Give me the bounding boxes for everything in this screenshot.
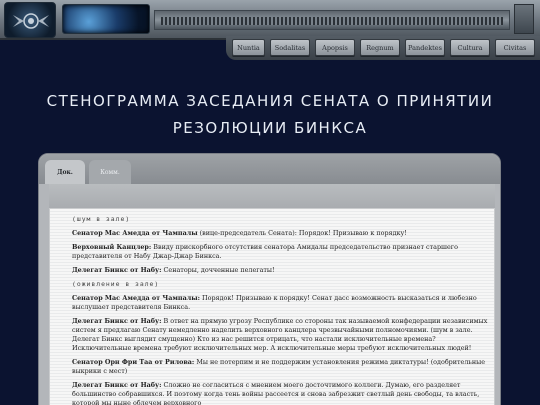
transcript-speech: Верховный Канцлер: Ввиду прискорбного от… [72,243,488,261]
speaker-name: Верховный Канцлер: [72,243,152,251]
republic-emblem-logo[interactable] [4,2,56,38]
speaker-name: Сенатор Мас Амедда от Чампалы [72,229,198,237]
transcript-note: (оживление в зале) [72,280,160,288]
transcript-speech: Сенатор Мас Амедда от Чампалы (вице-пред… [72,229,488,238]
nav-item-nuntia[interactable]: Nuntia [232,39,265,56]
nav-item-sodalitas[interactable]: Sodalitas [270,39,310,56]
nav-item-civitas[interactable]: Civitas [495,39,535,56]
main-nav: Nuntia Sodalitas Apopsis Regnum Pandekte… [232,39,535,56]
transcript-note: (шум в зале) [72,215,131,223]
nav-item-pandektes[interactable]: Pandektes [405,39,445,56]
tab-strip: Док. Комм. [39,154,500,184]
nav-item-apopsis[interactable]: Apopsis [315,39,355,56]
panel-shade [49,184,495,208]
tab-comments[interactable]: Комм. [89,160,131,184]
speaker-name: Делегат Бинкс от Набу: [72,266,162,274]
header-viewscreen [62,4,150,34]
transcript-speech: Делегат Бинкс от Набу: Сложно не согласи… [72,381,488,405]
page-title: Стенограмма заседания Сената о принятии … [40,88,500,142]
header-bar [0,0,540,40]
page-title-line1: Стенограмма заседания Сената о принятии [46,92,494,110]
transcript-document: (шум в зале) Сенатор Мас Амедда от Чампал… [49,208,495,405]
speaker-name: Сенатор Орн Фри Таа от Рилова: [72,358,195,366]
speaker-name: Делегат Бинкс от Набу: [72,381,162,389]
speech-text: Сенаторы, дочченные пелегаты! [161,266,275,274]
winged-emblem-icon [13,13,49,29]
speaker-name: Сенатор Мас Амедда от Чампалы: [72,294,200,302]
transcript-speech: Сенатор Мас Амедда от Чампалы: Порядок! … [72,294,488,312]
header-corner-panel [514,4,534,34]
speech-text: (вице-председатель Сената): Порядок! При… [197,229,407,237]
transcript-speech: Делегат Бинкс от Набу: В ответ на прямую… [72,317,488,353]
nav-item-regnum[interactable]: Regnum [360,39,400,56]
nav-item-cultura[interactable]: Cultura [450,39,490,56]
tab-document[interactable]: Док. [45,160,85,184]
header-grill [154,10,510,30]
content-panel: Док. Комм. (шум в зале) Сенатор Мас Амедд… [38,153,501,405]
page-title-line2: резолюции Бинкса [172,119,368,137]
transcript-speech: Делегат Бинкс от Набу: Сенаторы, дочченн… [72,266,488,275]
transcript-speech: Сенатор Орн Фри Таа от Рилова: Мы не пот… [72,358,488,376]
speaker-name: Делегат Бинкс от Набу: [72,317,162,325]
